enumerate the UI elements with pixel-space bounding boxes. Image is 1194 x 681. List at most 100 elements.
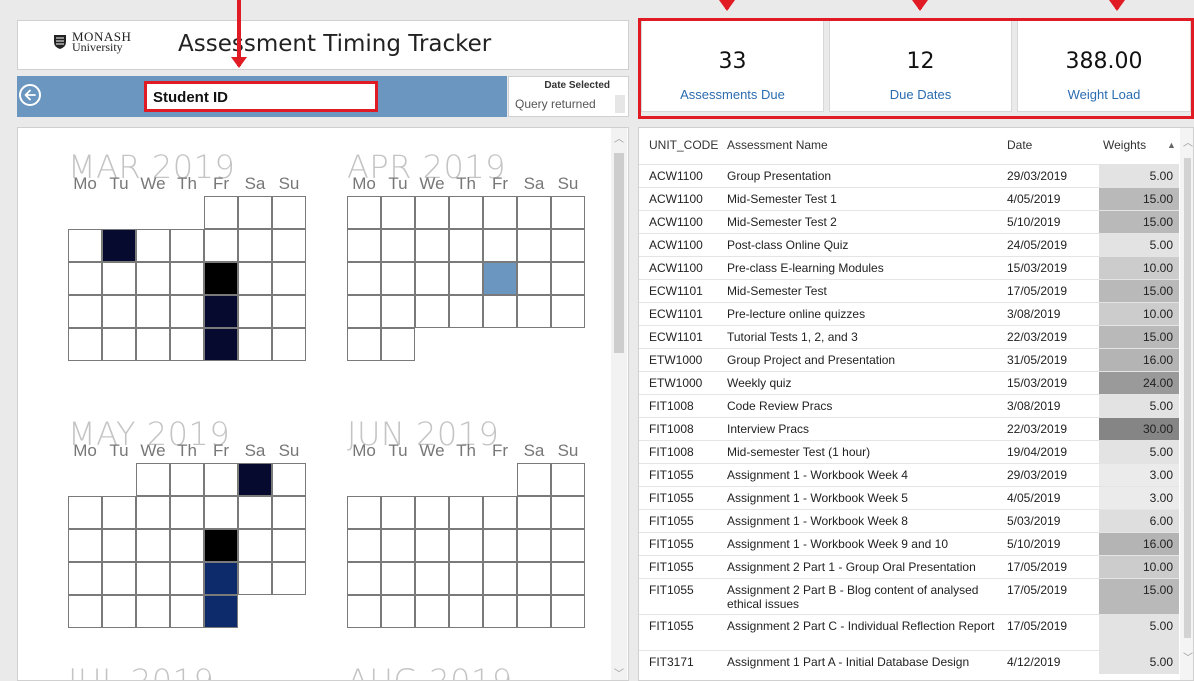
calendar-day[interactable] xyxy=(551,229,585,262)
scroll-down-icon[interactable]: ﹀ xyxy=(1183,649,1193,664)
calendar-day[interactable] xyxy=(483,496,517,529)
calendar-day[interactable] xyxy=(347,496,381,529)
calendar-day[interactable] xyxy=(272,496,306,529)
calendar-day[interactable] xyxy=(347,328,381,361)
calendar-day[interactable] xyxy=(170,229,204,262)
calendar-day[interactable] xyxy=(415,529,449,562)
calendar-day[interactable] xyxy=(136,529,170,562)
calendar-day[interactable] xyxy=(238,328,272,361)
calendar-day[interactable] xyxy=(347,229,381,262)
calendar-day[interactable] xyxy=(347,196,381,229)
calendar-day[interactable] xyxy=(272,229,306,262)
calendar-day[interactable] xyxy=(272,463,306,496)
calendar-day[interactable] xyxy=(551,529,585,562)
calendar-day[interactable] xyxy=(170,328,204,361)
calendar-day[interactable] xyxy=(136,463,170,496)
calendar-day-due[interactable] xyxy=(483,262,517,295)
calendar-day[interactable] xyxy=(415,295,449,328)
calendar-day[interactable] xyxy=(102,496,136,529)
table-row[interactable]: FIT1055 Assignment 1 - Workbook Week 8 5/0… xyxy=(639,509,1179,533)
table-row[interactable]: ACW1100 Mid-Semester Test 2 5/10/2019 15.00 xyxy=(639,210,1179,234)
calendar-day[interactable] xyxy=(272,295,306,328)
scroll-down-icon[interactable]: ﹀ xyxy=(614,665,624,680)
calendar-day-due[interactable] xyxy=(238,463,272,496)
calendar-day[interactable] xyxy=(381,196,415,229)
calendar-day[interactable] xyxy=(102,562,136,595)
calendar-day[interactable] xyxy=(517,196,551,229)
calendar-day[interactable] xyxy=(551,562,585,595)
column-header-unit-code[interactable]: UNIT_CODE xyxy=(649,138,718,152)
table-row[interactable]: FIT1055 Assignment 1 - Workbook Week 4 29/… xyxy=(639,463,1179,487)
calendar-day[interactable] xyxy=(68,529,102,562)
calendar-day[interactable] xyxy=(272,529,306,562)
table-row[interactable]: ETW1000 Group Project and Presentation 31/… xyxy=(639,348,1179,372)
calendar-scroll-thumb[interactable] xyxy=(614,153,624,353)
calendar-day[interactable] xyxy=(204,463,238,496)
calendar-day-due[interactable] xyxy=(204,262,238,295)
calendar-day[interactable] xyxy=(136,229,170,262)
table-row[interactable]: ACW1100 Group Presentation 29/03/2019 5.00 xyxy=(639,164,1179,188)
calendar-day[interactable] xyxy=(517,229,551,262)
calendar-day[interactable] xyxy=(517,562,551,595)
calendar-day[interactable] xyxy=(449,262,483,295)
table-row[interactable]: ECW1101 Mid-Semester Test 17/05/2019 15.00 xyxy=(639,279,1179,303)
calendar-day[interactable] xyxy=(272,196,306,229)
calendar-day[interactable] xyxy=(449,229,483,262)
back-button[interactable] xyxy=(19,84,41,106)
table-row[interactable]: FIT1055 Assignment 1 - Workbook Week 5 4/0… xyxy=(639,486,1179,510)
calendar-day[interactable] xyxy=(136,496,170,529)
calendar-day[interactable] xyxy=(272,328,306,361)
date-selected-scrollbar[interactable] xyxy=(615,95,625,113)
calendar-day[interactable] xyxy=(483,196,517,229)
calendar-day[interactable] xyxy=(551,463,585,496)
calendar-day[interactable] xyxy=(136,595,170,628)
calendar-day[interactable] xyxy=(381,562,415,595)
calendar-day[interactable] xyxy=(449,295,483,328)
calendar-day[interactable] xyxy=(136,562,170,595)
calendar-day[interactable] xyxy=(381,262,415,295)
calendar-day[interactable] xyxy=(170,595,204,628)
table-scroll-thumb[interactable] xyxy=(1184,158,1191,638)
calendar-day[interactable] xyxy=(272,562,306,595)
scroll-up-icon[interactable]: ︿ xyxy=(614,130,624,145)
calendar-day[interactable] xyxy=(551,295,585,328)
calendar-day[interactable] xyxy=(136,328,170,361)
calendar-day[interactable] xyxy=(347,595,381,628)
calendar-day[interactable] xyxy=(136,262,170,295)
table-row[interactable]: FIT1008 Mid-semester Test (1 hour) 19/04/2… xyxy=(639,440,1179,464)
sort-ascending-icon[interactable]: ▲ xyxy=(1167,140,1176,150)
calendar-day[interactable] xyxy=(449,196,483,229)
calendar-day[interactable] xyxy=(347,262,381,295)
column-header-weights[interactable]: Weights xyxy=(1103,138,1146,152)
calendar-day[interactable] xyxy=(238,196,272,229)
calendar-day-due[interactable] xyxy=(204,562,238,595)
calendar-day[interactable] xyxy=(483,529,517,562)
calendar-day[interactable] xyxy=(136,295,170,328)
calendar-day[interactable] xyxy=(204,496,238,529)
calendar-day-due[interactable] xyxy=(204,595,238,628)
table-row[interactable]: ECW1101 Pre-lecture online quizzes 3/08/20… xyxy=(639,302,1179,326)
calendar-day-due[interactable] xyxy=(204,328,238,361)
calendar-day[interactable] xyxy=(68,595,102,628)
scroll-up-icon[interactable]: ︿ xyxy=(1183,134,1193,149)
table-row[interactable]: ECW1101 Tutorial Tests 1, 2, and 3 22/03/2… xyxy=(639,325,1179,349)
calendar-day[interactable] xyxy=(347,295,381,328)
calendar-day[interactable] xyxy=(238,262,272,295)
calendar-day-due[interactable] xyxy=(102,229,136,262)
table-row[interactable]: FIT1008 Code Review Pracs 3/08/2019 5.00 xyxy=(639,394,1179,418)
calendar-day[interactable] xyxy=(68,328,102,361)
calendar-day[interactable] xyxy=(170,262,204,295)
calendar-day[interactable] xyxy=(238,562,272,595)
table-row[interactable]: FIT3171 Assignment 1 Part A - Initial Dat… xyxy=(639,650,1179,674)
calendar-day[interactable] xyxy=(381,328,415,361)
table-row[interactable]: ACW1100 Mid-Semester Test 1 4/05/2019 15.00 xyxy=(639,187,1179,211)
calendar-day[interactable] xyxy=(483,595,517,628)
table-row[interactable]: FIT1055 Assignment 2 Part C - Individual … xyxy=(639,614,1179,651)
calendar-day[interactable] xyxy=(381,496,415,529)
calendar-day[interactable] xyxy=(517,496,551,529)
table-row[interactable]: ETW1000 Weekly quiz 15/03/2019 24.00 xyxy=(639,371,1179,395)
calendar-day[interactable] xyxy=(102,529,136,562)
calendar-day[interactable] xyxy=(102,295,136,328)
column-header-assessment-name[interactable]: Assessment Name xyxy=(727,138,828,152)
date-selected-card[interactable]: Date Selected Query returned xyxy=(508,76,629,117)
